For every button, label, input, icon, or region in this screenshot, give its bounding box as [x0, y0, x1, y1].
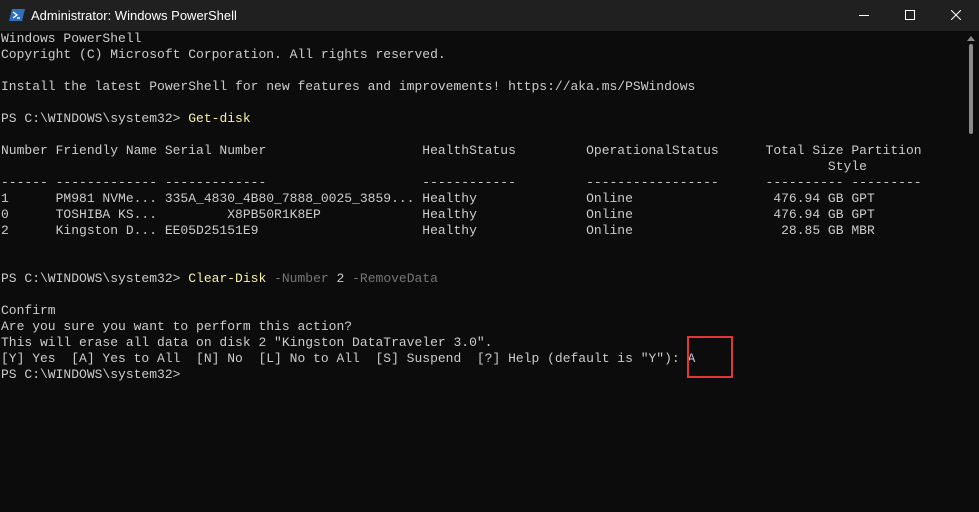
table-row: 1 PM981 NVMe... 335A_4830_4B80_7888_0025… — [1, 191, 875, 206]
confirm-detail: This will erase all data on disk 2 "King… — [1, 335, 493, 350]
banner-line: Copyright (C) Microsoft Corporation. All… — [1, 47, 446, 62]
final-prompt: PS C:\WINDOWS\system32> — [1, 367, 181, 382]
parameter-text: -Number — [274, 271, 329, 286]
confirm-title: Confirm — [1, 303, 56, 318]
prompt-line: PS C:\WINDOWS\system32> Get-disk — [1, 111, 251, 127]
prompt-text: PS C:\WINDOWS\system32> — [1, 111, 189, 126]
command-text: Get-disk — [188, 111, 251, 126]
prompt-text: PS C:\WINDOWS\system32> — [1, 271, 189, 286]
close-button[interactable] — [933, 0, 979, 31]
maximize-button[interactable] — [887, 0, 933, 31]
banner-line: Install the latest PowerShell for new fe… — [1, 79, 696, 94]
vertical-scrollbar[interactable] — [967, 36, 975, 512]
banner-line: Windows PowerShell — [1, 31, 142, 46]
parameter-text: -RemoveData — [352, 271, 438, 286]
console-output[interactable]: Windows PowerShell Copyright (C) Microso… — [0, 31, 964, 512]
table-header: Number Friendly Name Serial Number Healt… — [1, 143, 922, 158]
minimize-button[interactable] — [841, 0, 887, 31]
command-text: Clear-Disk — [188, 271, 267, 286]
powershell-icon — [9, 7, 25, 23]
powershell-window: Administrator: Windows PowerShell Window… — [0, 0, 979, 512]
prompt-line: PS C:\WINDOWS\system32> Clear-Disk -Numb… — [1, 271, 438, 287]
table-row: 2 Kingston D... EE05D25151E9 Healthy Onl… — [1, 223, 875, 238]
close-icon — [951, 10, 961, 20]
maximize-icon — [905, 10, 915, 20]
title-bar[interactable]: Administrator: Windows PowerShell — [0, 0, 979, 31]
minimize-icon — [859, 15, 869, 16]
confirm-question: Are you sure you want to perform this ac… — [1, 319, 353, 334]
table-row: 0 TOSHIBA KS... X8PB50R1K8EP Healthy Onl… — [1, 207, 875, 222]
window-title: Administrator: Windows PowerShell — [31, 8, 237, 23]
table-header: Style — [1, 159, 867, 174]
confirm-options: [Y] Yes [A] Yes to All [N] No [L] No to … — [1, 351, 696, 366]
table-separator: ------ ------------- ------------- -----… — [1, 175, 922, 190]
parameter-value: 2 — [336, 271, 345, 286]
scroll-up-icon[interactable] — [967, 36, 975, 41]
response-highlight-box — [687, 336, 733, 378]
scroll-thumb[interactable] — [969, 44, 973, 134]
